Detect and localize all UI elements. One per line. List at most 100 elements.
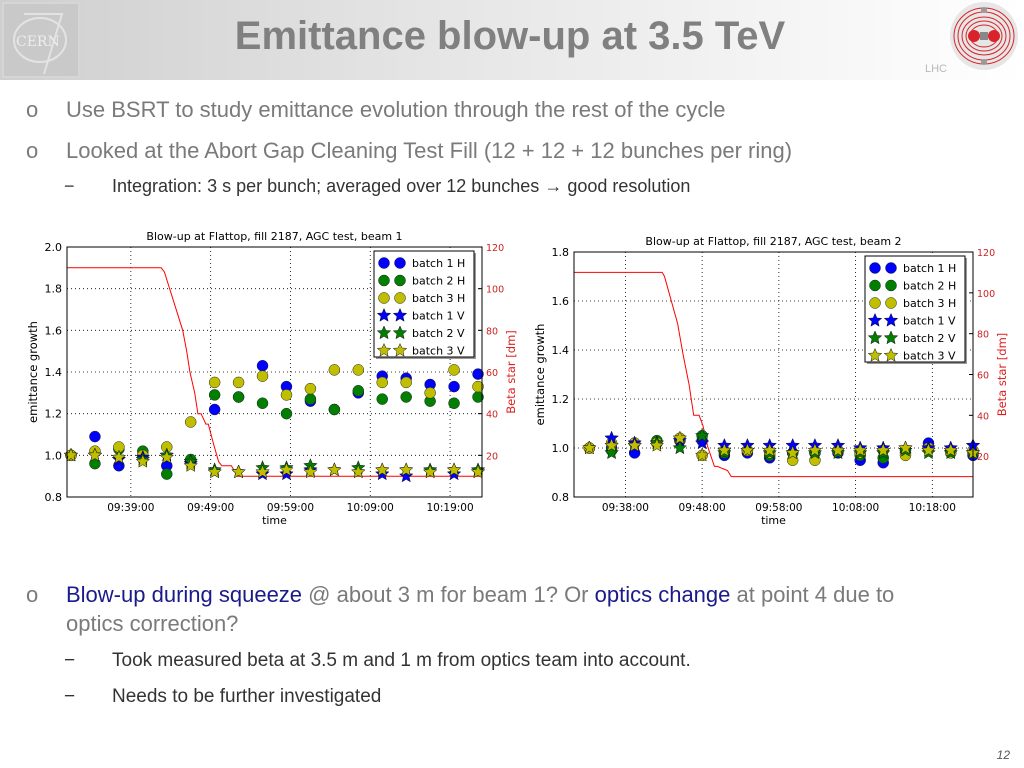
- bullet-text: @ about 3 m for beam 1? Or: [302, 582, 595, 607]
- data-point: [256, 360, 269, 372]
- legend-marker: [394, 292, 406, 304]
- data-point: [161, 468, 173, 480]
- series-batch-3-H: [65, 364, 484, 462]
- slide-header: CERN Emittance blow-up at 3.5 TeV LHC: [0, 0, 1024, 80]
- x-tick-label: 09:38:00: [602, 502, 649, 514]
- y-tick-label: 1.0: [552, 442, 570, 455]
- legend-label: batch 3 H: [412, 292, 465, 305]
- data-point: [208, 403, 221, 416]
- bullet-marker: o: [26, 582, 39, 607]
- sub-bullet-marker: −: [64, 650, 76, 671]
- y-tick-label: 1.8: [45, 283, 63, 296]
- legend-label: batch 3 H: [903, 297, 956, 310]
- data-point: [304, 382, 317, 395]
- data-point: [208, 376, 221, 389]
- sub-bullet-marker: −: [64, 686, 76, 707]
- y-tick-label: 1.2: [552, 393, 570, 406]
- data-point: [400, 391, 412, 403]
- y2-axis-label: Beta star [dm]: [504, 330, 518, 414]
- y-tick-label: 2.0: [45, 241, 63, 254]
- y2-axis-label: Beta star [dm]: [995, 333, 1009, 417]
- y2-tick-label: 60: [486, 368, 498, 379]
- legend-label: batch 2 V: [412, 327, 465, 340]
- data-point: [327, 462, 342, 477]
- x-tick-label: 09:59:00: [267, 502, 314, 514]
- bullet-text-line2: optics correction?: [66, 611, 239, 636]
- page-title: Emittance blow-up at 3.5 TeV: [234, 14, 786, 58]
- legend-marker: [378, 292, 390, 304]
- data-point: [304, 393, 317, 405]
- chart-beam-1: Blow-up at Flattop, fill 2187, AGC test,…: [20, 225, 520, 535]
- legend-marker: [394, 257, 406, 269]
- chart-beam-2-svg: Blow-up at Flattop, fill 2187, AGC test,…: [533, 235, 1009, 527]
- data-point: [400, 376, 412, 389]
- y-tick-label: 1.4: [552, 344, 570, 357]
- series-batch-1-H: [583, 434, 979, 469]
- highlight-blowup-squeeze: Blow-up during squeeze: [66, 582, 303, 607]
- legend-label: batch 2 H: [412, 275, 465, 288]
- y-tick-label: 0.8: [552, 491, 570, 504]
- sub-bullet-marker: −: [64, 176, 75, 196]
- data-point: [207, 464, 222, 479]
- series-batch-2-H: [65, 385, 484, 480]
- legend-marker: [885, 297, 897, 309]
- series-batch-2-V: [63, 447, 486, 479]
- arrow-right-icon: →: [544, 176, 563, 196]
- legend-marker: [394, 274, 406, 287]
- page-number: 12: [996, 748, 1010, 762]
- y2-tick-label: 80: [977, 330, 989, 341]
- legend-label: batch 1 H: [412, 257, 465, 270]
- x-tick-label: 10:09:00: [347, 502, 394, 514]
- x-tick-label: 09:39:00: [107, 502, 154, 514]
- y-axis-label: emittance growth: [26, 321, 40, 423]
- data-point: [256, 397, 269, 409]
- bullet-marker: o: [26, 97, 39, 122]
- y2-tick-label: 80: [486, 326, 498, 337]
- legend-label: batch 1 H: [903, 262, 956, 275]
- bullet-text: at point 4 due to: [730, 582, 895, 607]
- y-axis-label: emittance growth: [533, 324, 547, 426]
- series-batch-2-H: [583, 430, 979, 464]
- legend-label: batch 1 V: [903, 315, 956, 328]
- legend-marker: [869, 297, 881, 309]
- legend-label: batch 3 V: [412, 345, 465, 358]
- data-point: [232, 376, 245, 389]
- sub-bullet-text: Took measured beta at 3.5 m and 1 m from…: [112, 650, 691, 671]
- highlight-optics-change: optics change: [594, 582, 731, 607]
- y2-tick-label: 120: [977, 248, 995, 259]
- data-point: [448, 380, 460, 393]
- x-tick-label: 09:48:00: [679, 502, 726, 514]
- legend-marker: [378, 257, 390, 269]
- y-tick-label: 1.8: [552, 246, 570, 259]
- data-point: [376, 376, 388, 389]
- data-point: [376, 393, 388, 405]
- chart-beam-1-svg: Blow-up at Flattop, fill 2187, AGC test,…: [26, 230, 518, 527]
- legend-label: batch 2 V: [903, 332, 956, 345]
- data-point: [424, 387, 436, 399]
- x-axis-label: time: [262, 514, 287, 527]
- data-point: [328, 403, 341, 416]
- legend-label: batch 1 V: [412, 310, 465, 323]
- data-point: [232, 391, 245, 403]
- y-tick-label: 1.2: [45, 408, 63, 421]
- y2-tick-label: 20: [977, 452, 989, 463]
- y-tick-label: 0.8: [45, 491, 63, 504]
- y2-tick-label: 60: [977, 371, 989, 382]
- y2-tick-label: 40: [486, 410, 498, 421]
- x-tick-label: 09:49:00: [187, 502, 234, 514]
- legend-label: batch 3 V: [903, 350, 956, 363]
- data-point: [280, 407, 293, 420]
- lhc-label: LHC: [925, 63, 948, 75]
- bullet-text: Use BSRT to study emittance evolution th…: [66, 97, 726, 122]
- x-tick-label: 10:19:00: [426, 502, 473, 514]
- x-tick-label: 10:08:00: [832, 502, 879, 514]
- y2-tick-label: 100: [977, 289, 995, 300]
- legend-marker: [869, 279, 881, 292]
- data-point: [184, 416, 197, 428]
- legend-marker: [885, 262, 897, 274]
- y2-tick-label: 20: [486, 451, 498, 462]
- series-batch-1-V: [582, 430, 981, 455]
- data-point: [256, 370, 269, 382]
- data-point: [352, 364, 365, 376]
- sub-bullet-tail: good resolution: [567, 176, 691, 196]
